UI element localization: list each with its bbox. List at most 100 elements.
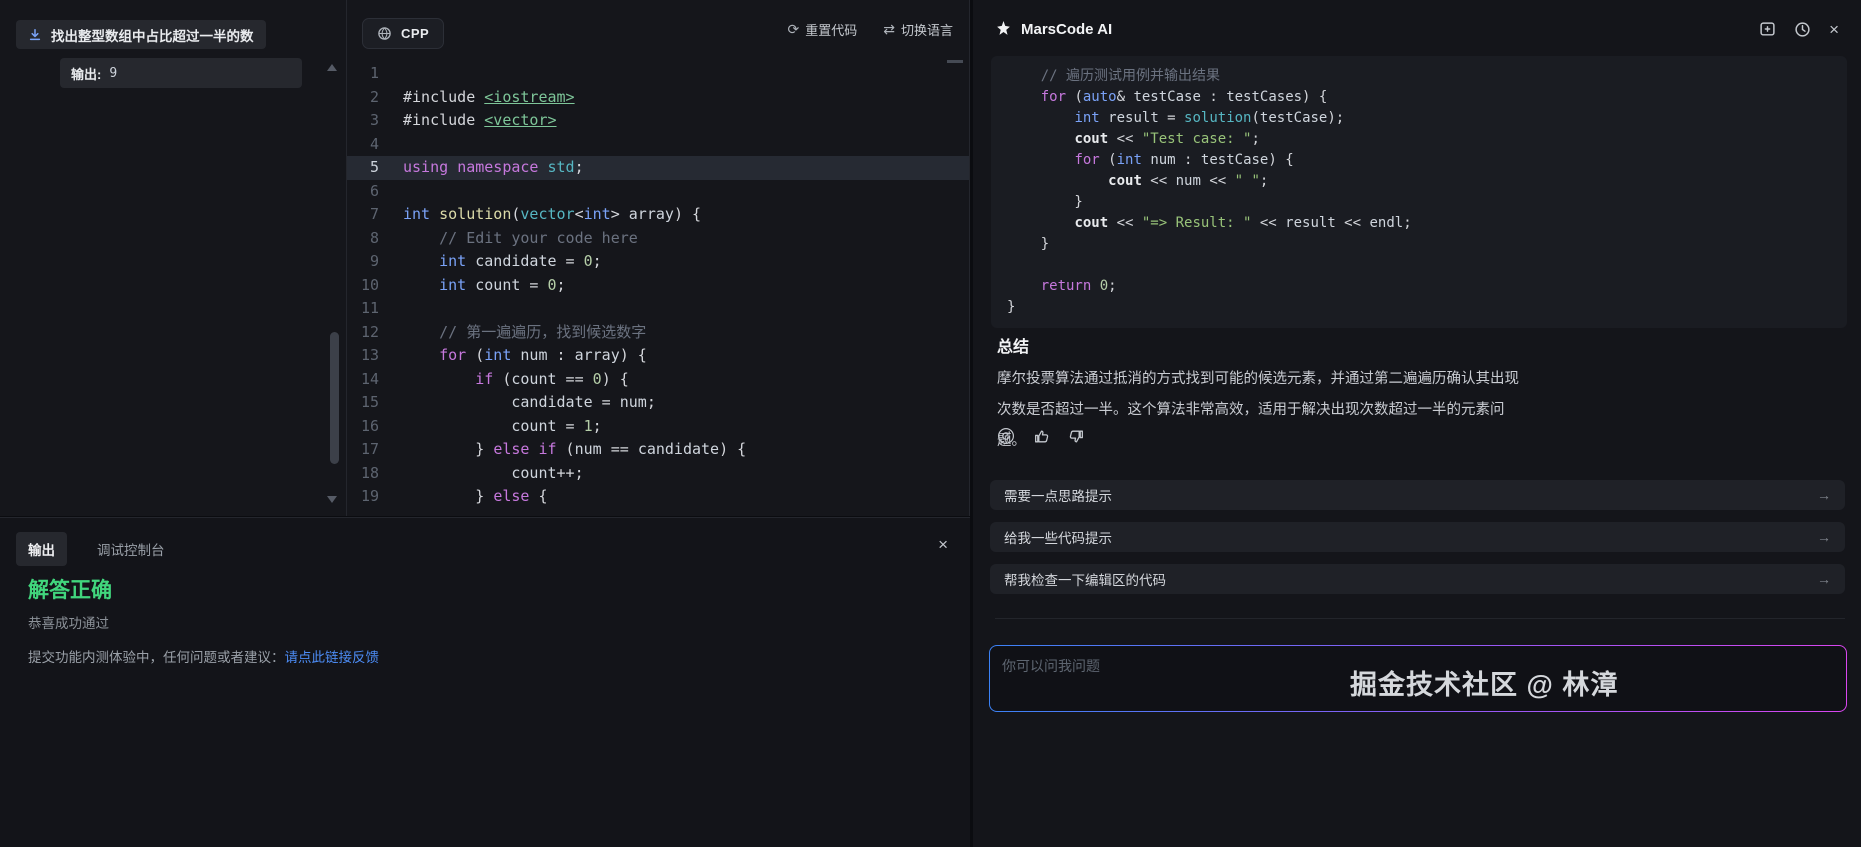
code-text: int solution(vector<int> array) { [403,203,969,227]
code-token: = [592,393,620,411]
reset-code-button[interactable]: ⟳ 重置代码 [788,20,858,39]
editor-code-area[interactable]: 1 2 #include <iostream> 3 #include <vector> 4… [347,56,969,516]
assistant-code-line: } [1007,297,1835,318]
thumbs-down-icon[interactable] [1068,428,1085,445]
suggestion-chip[interactable]: 帮我检查一下编辑区的代码 → [990,564,1845,594]
console-tab-debug[interactable]: 调试控制台 [85,532,177,566]
code-token: ; [556,275,566,294]
code-line[interactable]: 14 if (count == 0) { [347,368,969,392]
console-close-icon[interactable]: × [938,536,948,553]
scroll-up-icon[interactable] [327,64,337,71]
language-selector[interactable]: CPP [362,18,445,49]
code-token: using [403,158,449,176]
thumbs-up-icon[interactable] [1033,428,1050,445]
code-line[interactable]: 10 int count = 0; [347,274,969,298]
code-token: return [1040,278,1092,294]
code-line[interactable]: 4 [347,133,969,157]
code-line[interactable]: 8 // Edit your code here [347,227,969,251]
code-token: for [1074,152,1100,168]
code-token: else [493,440,530,458]
code-token: // 遍历测试用例并输出结果 [1007,68,1221,84]
sample-output-box: 输出: 9 [60,58,302,88]
code-token: num [619,393,647,411]
scroll-down-icon[interactable] [327,496,337,503]
arrow-right-icon: → [1817,529,1831,545]
code-text: #include <iostream> [403,86,969,110]
switch-language-button[interactable]: ⇄ 切换语言 [883,20,953,39]
code-token: { [529,487,548,505]
line-number: 11 [360,299,379,317]
code-token: testCases [1226,89,1303,105]
code-token: <iostream> [484,87,575,106]
assistant-code-line [1007,255,1835,276]
code-line[interactable]: 13 for (int num : array) { [347,344,969,368]
code-line[interactable]: 1 [347,62,969,86]
code-token: testCase [1259,110,1328,126]
feedback-link[interactable]: 请点此链接反馈 [285,650,380,665]
code-text: int count = 0; [403,274,969,298]
code-token: } [1007,299,1016,315]
assistant-code-line: int result = solution(testCase); [1007,108,1835,129]
code-line[interactable]: 18 count++; [347,462,969,486]
code-token: ++; [556,463,584,482]
code-token: 0 [592,369,602,388]
code-line[interactable]: 15 candidate = num; [347,391,969,415]
reset-icon: ⟳ [787,21,800,37]
code-text: // Edit your code here [403,227,969,251]
line-number: 16 [360,416,379,435]
code-token: ; [574,158,584,176]
assistant-code-line: cout << "=> Result: " << result << endl; [1007,213,1835,234]
history-icon[interactable] [1794,21,1811,38]
code-token: if [538,440,557,458]
code-line[interactable]: 16 count = 1; [347,415,969,439]
problem-scrollbar-thumb[interactable] [330,332,339,464]
problem-title-chip[interactable]: 找出整型数组中占比超过一半的数 [16,20,266,49]
code-line[interactable]: 2 #include <iostream> [347,86,969,110]
new-conversation-icon[interactable] [1759,21,1776,38]
regenerate-icon[interactable] [997,427,1015,445]
code-text: #include <vector> [403,109,969,133]
code-line[interactable]: 11 [347,297,969,321]
code-token: array [574,346,620,364]
assistant-close-icon[interactable]: × [1829,21,1839,38]
code-line[interactable]: 17 } else if (num == candidate) { [347,438,969,462]
suggestion-chip[interactable]: 给我一些代码提示 → [990,522,1845,552]
code-token: 1 [583,416,593,435]
code-line[interactable]: 9 int candidate = 0; [347,250,969,274]
line-number: 13 [360,346,379,364]
code-line[interactable]: 7 int solution(vector<int> array) { [347,203,969,227]
code-token: ) { [1268,152,1294,168]
code-line[interactable]: 5 using namespace std; [347,156,969,180]
code-line[interactable]: 6 [347,180,969,204]
line-number: 1 [369,64,379,82]
code-text: for (int num : array) { [403,344,969,368]
console-panel: 输出 调试控制台 × 解答正确 恭喜成功通过 提交功能内测体验中，任何问题或者建议… [0,517,970,847]
code-token: : [1200,89,1227,105]
code-token: ) { [601,369,629,388]
code-token: ) { [619,346,647,364]
code-token: cout [1108,173,1142,189]
code-line[interactable]: 3 #include <vector> [347,109,969,133]
code-token: if [475,369,494,388]
assistant-divider [995,618,1845,619]
marscode-logo-icon [995,21,1012,38]
code-token: num [520,346,548,364]
code-token: << [1335,215,1370,231]
code-token: for [439,346,467,364]
console-tab-output[interactable]: 输出 [16,532,67,566]
code-line[interactable]: 19 } else { [347,485,969,509]
arrow-right-icon: → [1817,487,1831,503]
code-line[interactable]: 12 // 第一遍遍历，找到候选数字 [347,321,969,345]
editor-scrollbar[interactable] [947,60,963,63]
problem-icon [28,28,42,42]
code-token: << [1251,215,1286,231]
assistant-code-line: cout << num << " "; [1007,171,1835,192]
code-token: candidate [475,252,557,270]
suggestion-chip[interactable]: 需要一点思路提示 → [990,480,1845,510]
result-title: 解答正确 [28,579,112,602]
code-token: count [511,416,557,435]
